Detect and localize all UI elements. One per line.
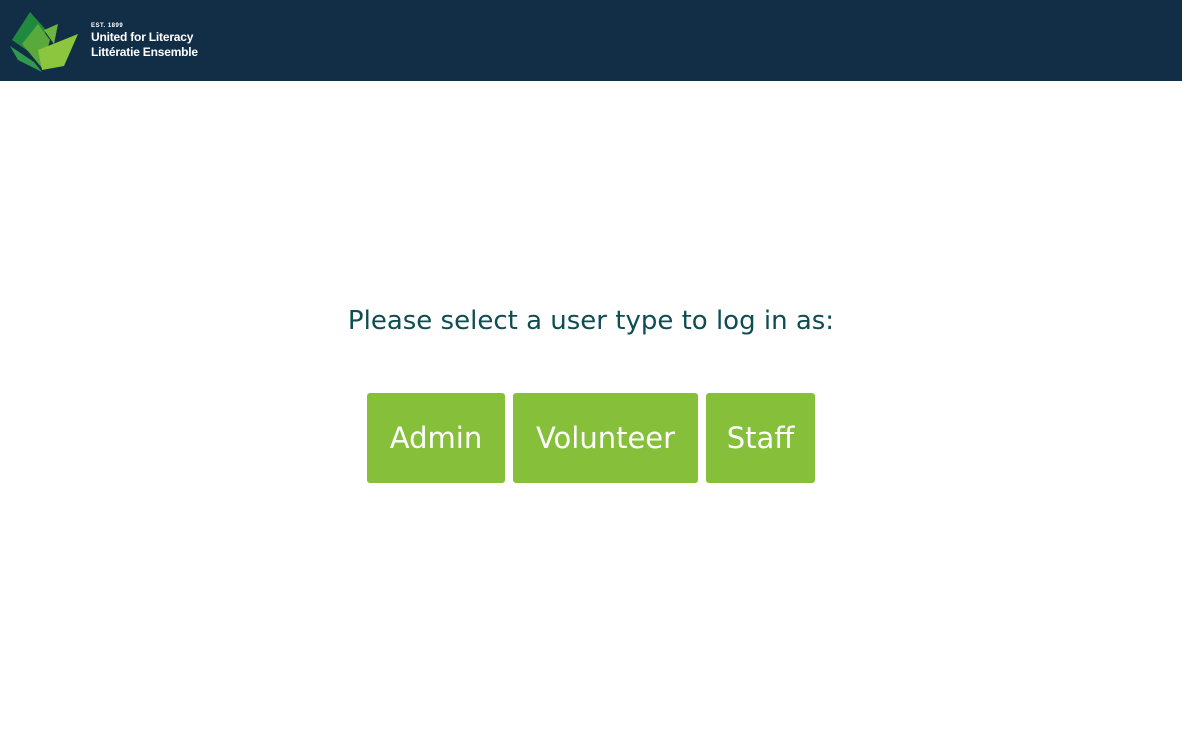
admin-button[interactable]: Admin [367,393,505,483]
login-selection-panel: Please select a user type to log in as: … [0,81,1182,752]
united-for-literacy-logo[interactable]: EST. 1899 United for Literacy Littératie… [8,10,198,72]
open-book-leaves-icon [10,12,78,72]
volunteer-button[interactable]: Volunteer [513,393,698,483]
logo-established: EST. 1899 [91,23,124,29]
logo-name-french: Littératie Ensemble [91,45,198,59]
logo-text: EST. 1899 United for Literacy Littératie… [91,23,198,60]
user-type-prompt: Please select a user type to log in as: [347,306,835,336]
user-type-buttons: Admin Volunteer Staff [0,393,1182,483]
logo-name-english: United for Literacy [91,30,194,44]
staff-button[interactable]: Staff [706,393,815,483]
top-header: EST. 1899 United for Literacy Littératie… [0,0,1182,81]
